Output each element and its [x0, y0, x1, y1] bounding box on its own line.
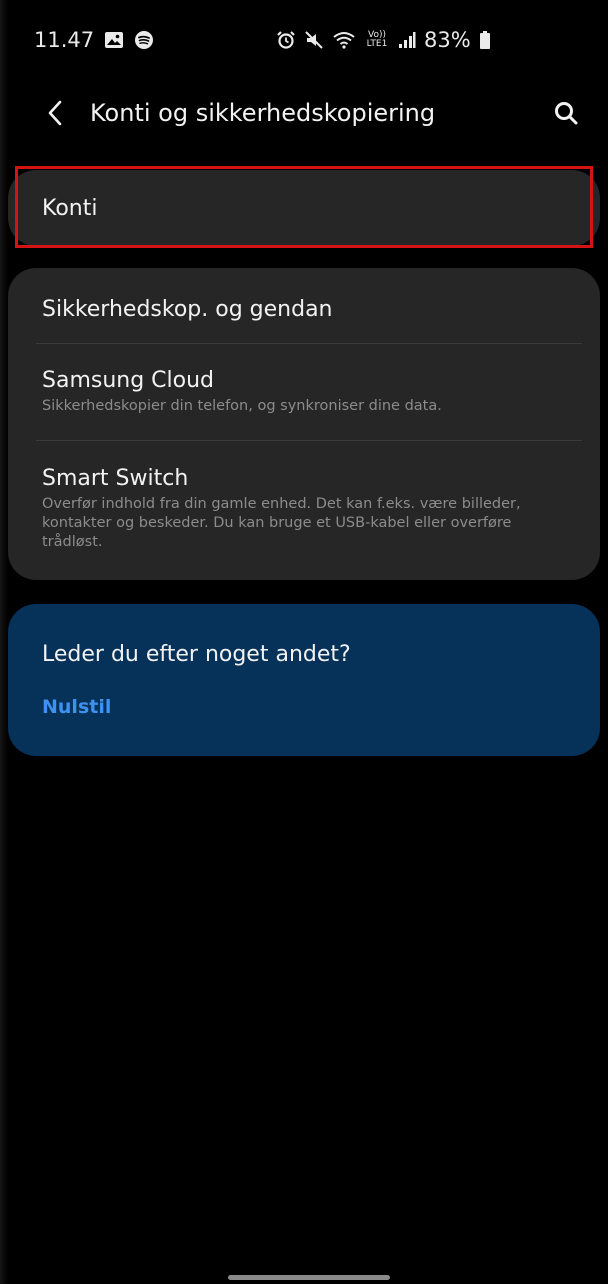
- accounts-item[interactable]: Konti: [8, 170, 600, 246]
- backup-options-card: Sikkerhedskop. og gendan Samsung Cloud S…: [8, 268, 600, 580]
- spotify-icon: [134, 30, 154, 50]
- smart-switch-title: Smart Switch: [42, 466, 189, 491]
- alarm-icon: [276, 30, 296, 50]
- smart-switch-item[interactable]: Smart Switch Overfør indhold fra din gam…: [42, 465, 576, 552]
- samsung-cloud-item[interactable]: Samsung Cloud Sikkerhedskopier din telef…: [42, 367, 576, 416]
- battery-icon: [479, 30, 491, 50]
- app-header: Konti og sikkerhedskopiering: [0, 82, 608, 144]
- divider: [36, 343, 582, 344]
- mute-icon: [304, 30, 324, 50]
- samsung-cloud-subtitle: Sikkerhedskopier din telefon, og synkron…: [42, 398, 442, 414]
- search-icon: [555, 102, 578, 125]
- smart-switch-subtitle: Overfør indhold fra din gamle enhed. Det…: [42, 496, 521, 550]
- battery-percent: 83%: [424, 28, 471, 52]
- gallery-icon: [104, 31, 124, 49]
- volte-label: Vo)) LTE1: [366, 30, 388, 49]
- status-time: 11.47: [34, 28, 95, 52]
- page-title: Konti og sikkerhedskopiering: [90, 99, 436, 127]
- chevron-left-icon: [48, 100, 62, 126]
- signal-icon: [398, 31, 416, 49]
- wifi-icon: [332, 30, 356, 50]
- suggestion-title: Leder du efter noget andet?: [42, 642, 351, 667]
- gesture-handle[interactable]: [228, 1275, 390, 1280]
- accounts-label: Konti: [42, 196, 98, 221]
- search-button[interactable]: [550, 93, 582, 133]
- backup-restore-item[interactable]: Sikkerhedskop. og gendan: [42, 296, 576, 324]
- volte-icon: Vo)) LTE1: [364, 31, 390, 49]
- reset-link[interactable]: Nulstil: [42, 696, 111, 718]
- divider: [36, 440, 582, 441]
- back-button[interactable]: [40, 93, 70, 133]
- samsung-cloud-title: Samsung Cloud: [42, 368, 215, 393]
- suggestion-card: Leder du efter noget andet? Nulstil: [8, 604, 600, 756]
- backup-restore-title: Sikkerhedskop. og gendan: [42, 297, 333, 322]
- status-bar: 11.47 Vo)) LTE1 83%: [0, 0, 608, 80]
- screen-edge: [0, 0, 8, 1284]
